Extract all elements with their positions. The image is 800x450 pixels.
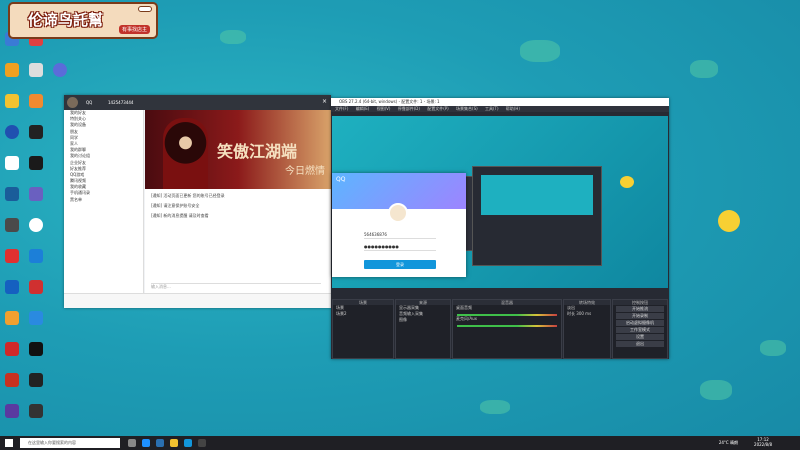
start-streaming-button[interactable]: 开始推流: [616, 306, 664, 312]
desktop-icon[interactable]: [2, 249, 22, 277]
controls-panel: 控制按钮 开始推流 开始录制 启动虚拟摄像机 工作室模式 设置 退出: [612, 299, 668, 359]
duck-icon: [718, 210, 740, 232]
desktop-icon[interactable]: [26, 342, 46, 370]
sources-panel: 来源 显示器采集 音频输入采集 图像: [395, 299, 451, 359]
edge-icon[interactable]: [142, 439, 150, 447]
desktop-icon[interactable]: [50, 63, 70, 91]
obs-title: OBS 27.2.4 (64-bit, windows) - 配置文件: 1 -…: [331, 98, 669, 106]
password-field[interactable]: ●●●●●●●●●●: [364, 243, 436, 251]
desktop-icon[interactable]: [2, 218, 22, 246]
qq-user-id: 1425473444: [108, 100, 134, 105]
qq-window: QQ 1425473444 × 我的好友 特别关心 我的设备 朋友 同学 家人 …: [64, 95, 331, 308]
desktop-icon[interactable]: [26, 156, 46, 184]
desktop-icon[interactable]: [2, 187, 22, 215]
login-button[interactable]: 登录: [364, 260, 436, 269]
desktop-icon[interactable]: [2, 373, 22, 401]
message-panel: [通知] 活动页面已更新 您的账号已经登录 [通知] 请注意保护账号安全 [通知…: [145, 189, 331, 294]
taskbar-search[interactable]: 在这里输入你要搜索的内容: [20, 438, 120, 448]
virtual-camera-button[interactable]: 启动虚拟摄像机: [616, 320, 664, 326]
desktop-icon[interactable]: [26, 187, 46, 215]
game-banner[interactable]: 笑傲江湖端 今日燃情: [145, 110, 331, 189]
desktop-icon[interactable]: [26, 218, 46, 246]
desktop-icon[interactable]: [2, 94, 22, 122]
desktop-icon[interactable]: [26, 280, 46, 308]
mixer-panel: 混音器 桌面音频 麦克风/Aux: [452, 299, 562, 359]
desktop-icon[interactable]: [2, 342, 22, 370]
transitions-panel: 转场特效 淡出 时长 300 ms: [563, 299, 611, 359]
qq-login-dialog: QQ 564636876 ●●●●●●●●●● 登录: [332, 173, 466, 277]
desktop-icon[interactable]: [26, 63, 46, 91]
bone-icon: [138, 6, 152, 12]
banner-title: 笑傲江湖端: [217, 142, 298, 161]
weather-label[interactable]: 24°C 晴朗: [719, 440, 738, 446]
mixer-channel: 桌面音频: [456, 305, 472, 310]
steam-icon[interactable]: [156, 439, 164, 447]
logo-badge: 有事找店主: [118, 25, 150, 34]
taskbar: 在这里输入你要搜索的内容 24°C 晴朗 17:12 2022/8/8: [0, 436, 800, 450]
folder-icon[interactable]: [170, 439, 178, 447]
close-icon[interactable]: ×: [322, 98, 327, 105]
qq-icon[interactable]: [184, 439, 192, 447]
nested-obs-preview: [472, 166, 602, 266]
qq-bottom-toolbar: [64, 293, 331, 308]
desktop-icon[interactable]: [2, 404, 22, 432]
qq-contact-list: 我的好友 特别关心 我的设备 朋友 同学 家人 我的群聊 我的讨论组 企业好友 …: [64, 110, 144, 293]
exit-button[interactable]: 退出: [616, 341, 664, 347]
logo-title: 伦谛鸟託幫: [28, 11, 104, 29]
desktop-icon[interactable]: [26, 249, 46, 277]
desktop-icon[interactable]: [26, 125, 46, 153]
message-item: [通知] 新的消息提醒 请及时查看: [151, 213, 209, 218]
desktop-icon[interactable]: [26, 373, 46, 401]
studio-mode-button[interactable]: 工作室模式: [616, 327, 664, 333]
mixer-channel: 麦克风/Aux: [456, 316, 477, 321]
windows-start-icon[interactable]: [5, 439, 13, 447]
duck-icon: [620, 176, 634, 188]
settings-button[interactable]: 设置: [616, 334, 664, 340]
account-field[interactable]: 564636876: [364, 231, 436, 239]
source-item[interactable]: 图像: [396, 317, 450, 323]
start-recording-button[interactable]: 开始录制: [616, 313, 664, 319]
scenes-panel: 场景 场景 场景2: [332, 299, 394, 359]
volume-meter[interactable]: [457, 325, 557, 327]
system-clock[interactable]: 17:12 2022/8/8: [754, 437, 772, 447]
message-item: [通知] 请注意保护账号安全: [151, 203, 200, 208]
avatar: [388, 203, 408, 223]
message-item: [通知] 活动页面已更新 您的账号已经登录: [151, 193, 225, 198]
qq-brand: QQ: [336, 176, 346, 183]
obs-menubar[interactable]: 文件(F) 编辑(E) 视图(V) 停靠部件(D) 配置文件(P) 场景集合(S…: [331, 106, 669, 112]
message-input[interactable]: 输入消息...: [151, 283, 321, 290]
desktop-icon[interactable]: [2, 280, 22, 308]
panel-title: 控制按钮: [613, 300, 667, 305]
character-figure: [163, 118, 208, 189]
task-view-icon[interactable]: [128, 439, 136, 447]
desktop-icon[interactable]: [2, 63, 22, 91]
obs-icon[interactable]: [198, 439, 206, 447]
scene-item[interactable]: 场景2: [333, 311, 393, 317]
list-item[interactable]: 黑名单: [64, 197, 143, 203]
banner-subtitle: 今日燃情: [285, 166, 325, 177]
qq-titlebar: QQ 1425473444 ×: [64, 95, 331, 110]
desktop-icon[interactable]: [2, 156, 22, 184]
desktop-icon[interactable]: [2, 125, 22, 153]
desktop-icon[interactable]: [26, 404, 46, 432]
duration-field[interactable]: 时长 300 ms: [564, 311, 610, 317]
clock-date: 2022/8/8: [754, 442, 772, 447]
channel-logo: 伦谛鸟託幫 有事找店主: [8, 2, 158, 39]
qq-title: QQ: [86, 100, 93, 105]
desktop-icon[interactable]: [26, 311, 46, 339]
avatar[interactable]: [67, 97, 78, 108]
desktop-icon[interactable]: [2, 311, 22, 339]
desktop-icon[interactable]: [26, 94, 46, 122]
